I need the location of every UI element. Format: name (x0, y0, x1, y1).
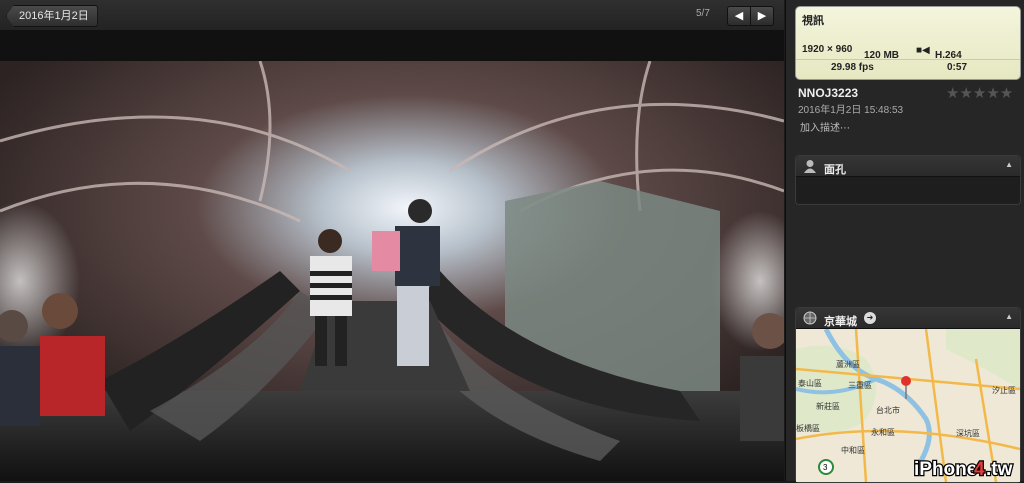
map-label: 汐止區 (992, 385, 1016, 395)
video-frame-rate: 29.98 fps (831, 62, 874, 73)
next-photo-button[interactable]: ▶ (751, 6, 774, 26)
description-field[interactable]: 加入描述⋯ (800, 119, 850, 134)
arrow-right-icon: ▶ (757, 10, 767, 22)
map-label: 深坑區 (956, 428, 980, 438)
map-label: 板橋區 (796, 423, 820, 433)
photo-title[interactable]: NNOJ3223 (798, 86, 858, 100)
map-label: 三重區 (848, 380, 872, 390)
video-duration: 0:57 (947, 62, 968, 73)
arrow-left-icon: ◀ (734, 10, 744, 22)
info-divider (796, 59, 1020, 60)
faces-panel: 面孔 ▲ (795, 155, 1021, 205)
previous-photo-button[interactable]: ◀ (727, 6, 751, 26)
panorama-photo[interactable] (0, 61, 784, 481)
photo-counter: 5/7 (696, 8, 710, 19)
location-label: 京華城 (824, 316, 857, 328)
watermark-domain: .tw (986, 459, 1013, 480)
collapse-triangle-icon[interactable]: ▲ (1005, 160, 1013, 169)
globe-icon (803, 311, 817, 325)
video-camera-icon: ■◀ (916, 45, 930, 56)
map-label: 泰山區 (798, 378, 822, 388)
photo-datetime: 2016年1月2日 15:48:53 (798, 105, 904, 116)
video-info-card: 視訊 1920 × 960 120 MB ■◀ H.264 29.98 fps … (795, 6, 1021, 80)
location-header[interactable]: 京華城 ➜ ▲ (796, 308, 1020, 329)
map-label: 永和區 (871, 427, 895, 437)
map-label: 蘆洲區 (836, 359, 860, 369)
location-arrow-icon[interactable]: ➜ (864, 312, 876, 324)
photo-navigation: ◀ ▶ (727, 6, 774, 26)
photo-viewer (0, 31, 784, 481)
video-resolution: 1920 × 960 (802, 44, 853, 55)
watermark-text: iPhone (914, 459, 977, 480)
rating-stars[interactable]: ★★★★★ (946, 84, 1013, 102)
faces-label: 面孔 (824, 164, 846, 176)
faces-header[interactable]: 面孔 ▲ (796, 156, 1020, 177)
collapse-triangle-icon[interactable]: ▲ (1005, 312, 1013, 321)
map-label: 台北市 (876, 405, 900, 415)
map-label: 新莊區 (816, 401, 840, 411)
location-map[interactable]: 蘆洲區 泰山區 三重區 新莊區 台北市 板橋區 永和區 深坑區 中和區 汐止區 … (796, 329, 1020, 482)
watermark-number: 4 (974, 459, 985, 480)
toolbar: 2016年1月2日 5/7 ◀ ▶ (0, 0, 784, 31)
map-label: 中和區 (841, 445, 865, 455)
location-panel: 京華城 ➜ ▲ 蘆洲區 泰山區 三重區 新莊區 台北市 板橋區 永和區 深坑區 … (795, 307, 1021, 483)
video-info-header: 視訊 (802, 15, 824, 27)
route-badge: 3 (823, 463, 828, 472)
info-sidebar: 視訊 1920 × 960 120 MB ■◀ H.264 29.98 fps … (785, 0, 1024, 483)
back-to-album-button[interactable]: 2016年1月2日 (6, 5, 98, 27)
person-icon (804, 160, 816, 173)
